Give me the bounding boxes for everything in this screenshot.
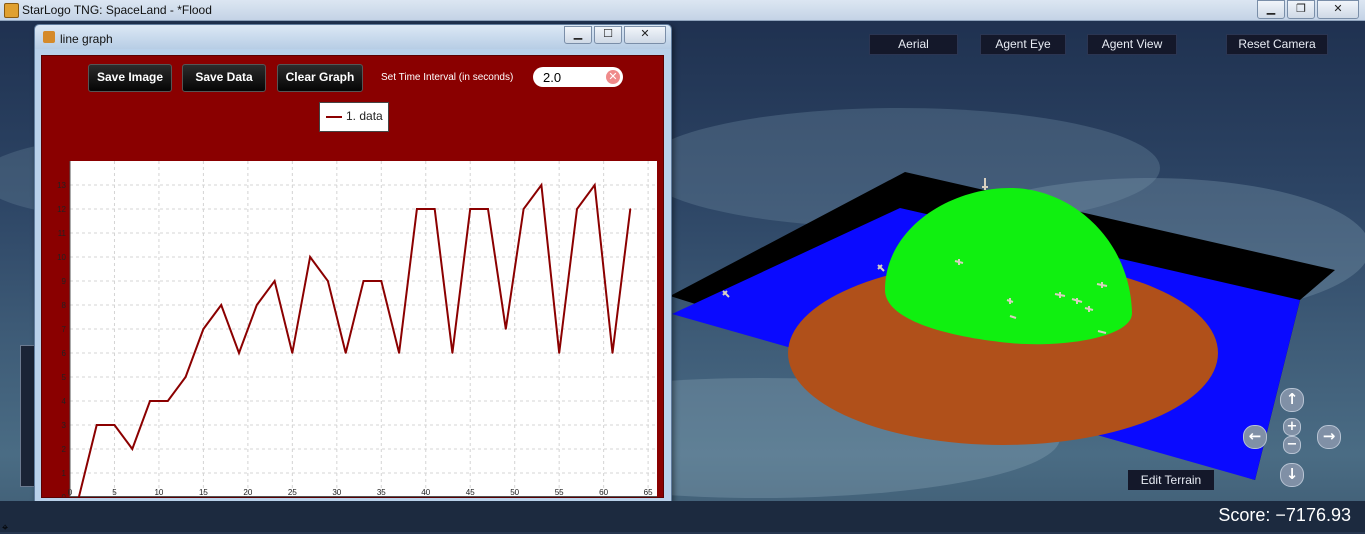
y-tick-label: 2 [62,445,67,454]
data-point [380,280,383,282]
y-tick-label: 11 [58,229,67,238]
java-icon [43,31,55,43]
y-tick-label: 13 [57,181,66,190]
data-point [309,256,311,258]
data-point [291,352,294,354]
maximize-button[interactable]: ❐ [1287,0,1315,19]
data-point [451,352,454,354]
data-point [398,352,400,354]
data-point [487,208,489,210]
app-titlebar: StarLogo TNG: SpaceLand - *Flood ▁ ❐ ✕ [0,0,1365,21]
status-bar [0,501,1365,532]
x-tick-label: 5 [112,488,117,497]
y-tick-label: 5 [62,373,67,382]
x-tick-label: 25 [288,488,297,497]
graph-window-title: line graph [60,32,113,46]
x-tick-label: 20 [243,488,252,497]
data-point [469,208,472,210]
graph-maximize-button[interactable]: ☐ [594,26,622,44]
agent-eye-camera-button[interactable]: Agent Eye [980,34,1066,55]
data-point [273,280,276,282]
graph-minimize-button[interactable]: ▁ [564,26,592,44]
data-point [255,304,258,306]
data-point [505,328,507,330]
data-point [113,424,116,426]
data-point [362,280,365,282]
x-tick-label: 55 [555,488,564,497]
x-tick-label: 35 [377,488,386,497]
data-point [611,352,614,354]
y-tick-label: 6 [62,349,67,358]
y-tick-label: 7 [62,325,67,334]
y-tick-label: 9 [62,277,67,286]
x-tick-label: 10 [154,488,163,497]
x-tick-label: 30 [332,488,341,497]
app-icon [4,3,19,18]
app-title: StarLogo TNG: SpaceLand - *Flood [22,3,212,17]
data-point [238,352,240,354]
data-point [131,448,134,450]
agent-view-camera-button[interactable]: Agent View [1087,34,1177,55]
camera-down-icon[interactable]: ↓ [1280,463,1304,487]
data-point [433,208,436,210]
data-point [184,376,187,378]
x-tick-label: 45 [466,488,475,497]
graph-close-button[interactable]: ✕ [624,26,666,44]
score-readout: Score: −7176.93 [1218,505,1351,525]
data-point [95,424,98,426]
data-point [629,208,632,210]
y-tick-label: 3 [62,421,67,430]
y-tick-label: 4 [62,397,67,406]
edit-terrain-button[interactable]: Edit Terrain [1128,470,1214,490]
data-point [593,184,596,186]
cursor-icon: ⌖ [2,521,9,534]
data-point [167,400,169,402]
data-point [202,328,205,330]
camera-up-icon[interactable]: ↑ [1280,388,1304,412]
data-point [540,184,543,186]
zoom-out-icon[interactable]: − [1283,436,1301,454]
data-point [344,352,347,354]
graph-panel: Save Image Save Data Clear Graph Set Tim… [41,55,664,498]
x-tick-label: 65 [644,488,653,497]
data-point [522,208,525,210]
reset-camera-button[interactable]: Reset Camera [1226,34,1328,55]
line-chart: 0123456789101112130510152025303540455055… [57,161,657,497]
y-tick-label: 1 [62,469,67,478]
zoom-in-icon[interactable]: + [1283,418,1301,436]
data-point [149,400,151,402]
y-tick-label: 12 [57,205,66,214]
camera-left-icon[interactable]: ← [1243,425,1267,449]
data-point [220,304,222,306]
minimize-button[interactable]: ▁ [1257,0,1285,19]
x-tick-label: 15 [199,488,208,497]
line-graph-window[interactable]: line graph ▁ ☐ ✕ Save Image Save Data Cl… [34,24,672,502]
data-point [558,352,560,354]
y-tick-label: 0 [62,493,67,497]
x-tick-label: 40 [421,488,430,497]
graph-window-titlebar[interactable]: line graph ▁ ☐ ✕ [35,25,671,49]
data-point [327,280,329,282]
close-button[interactable]: ✕ [1317,0,1359,19]
y-tick-label: 8 [62,301,67,310]
y-tick-label: 10 [57,253,66,262]
x-tick-label: 60 [599,488,608,497]
camera-right-icon[interactable]: → [1317,425,1341,449]
aerial-camera-button[interactable]: Aerial [869,34,958,55]
data-point [416,208,418,210]
data-point [576,208,578,210]
x-tick-label: 50 [510,488,519,497]
